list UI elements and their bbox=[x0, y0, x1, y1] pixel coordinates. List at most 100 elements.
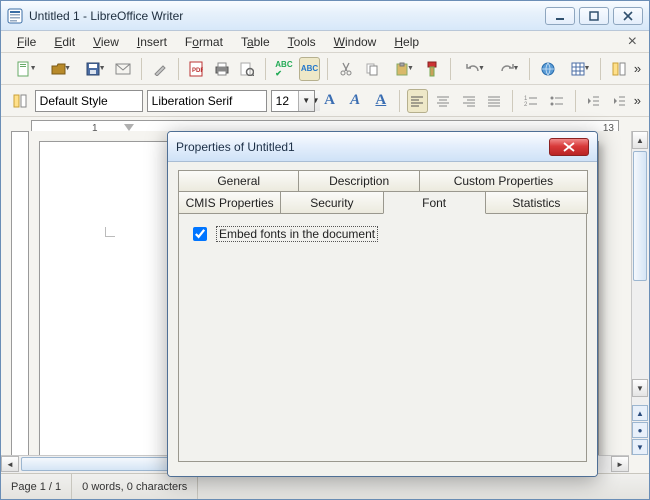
embed-fonts-label[interactable]: Embed fonts in the document bbox=[216, 226, 378, 242]
status-word-count[interactable]: 0 words, 0 characters bbox=[72, 474, 198, 499]
separator bbox=[399, 90, 400, 112]
dropdown-icon[interactable]: ▼ bbox=[298, 91, 314, 111]
redo-button[interactable]: ▼ bbox=[492, 57, 523, 81]
dialog-close-button[interactable] bbox=[549, 138, 589, 156]
prev-page-button[interactable]: ▲ bbox=[632, 405, 648, 421]
undo-button[interactable]: ▼ bbox=[457, 57, 488, 81]
scroll-right-button[interactable]: ► bbox=[611, 456, 629, 472]
align-right-button[interactable] bbox=[458, 89, 480, 113]
bullet-list-button[interactable] bbox=[546, 89, 568, 113]
tab-cmis-properties[interactable]: CMIS Properties bbox=[178, 192, 281, 214]
styles-button[interactable] bbox=[608, 57, 630, 81]
menu-view[interactable]: View bbox=[85, 33, 127, 51]
paragraph-style-combo[interactable]: ▼ bbox=[35, 90, 143, 112]
styles-window-button[interactable] bbox=[9, 89, 31, 113]
svg-text:2: 2 bbox=[524, 102, 528, 107]
app-window: Untitled 1 - LibreOffice Writer File Edi… bbox=[0, 0, 650, 500]
tab-custom-properties[interactable]: Custom Properties bbox=[419, 170, 588, 192]
scroll-down-button[interactable]: ▼ bbox=[632, 379, 648, 397]
window-buttons bbox=[545, 7, 643, 25]
vertical-scrollbar[interactable]: ▲ ▼ ▲ ● ▼ bbox=[631, 131, 649, 455]
vertical-ruler[interactable] bbox=[11, 131, 29, 473]
separator bbox=[141, 58, 142, 80]
tab-general[interactable]: General bbox=[178, 170, 299, 192]
next-page-button[interactable]: ▼ bbox=[632, 439, 648, 455]
new-doc-button[interactable]: ▼ bbox=[9, 57, 40, 81]
margin-corner-icon bbox=[105, 227, 115, 237]
dialog-titlebar[interactable]: Properties of Untitled1 bbox=[168, 132, 597, 162]
print-button[interactable] bbox=[211, 57, 233, 81]
numbered-list-button[interactable]: 12 bbox=[520, 89, 542, 113]
clone-formatting-button[interactable] bbox=[421, 57, 443, 81]
menu-bar: File Edit View Insert Format Table Tools… bbox=[1, 31, 649, 53]
align-justify-button[interactable] bbox=[484, 89, 506, 113]
font-size-combo[interactable]: ▼ bbox=[271, 90, 315, 112]
properties-dialog: Properties of Untitled1 General Descript… bbox=[167, 131, 598, 477]
decrease-indent-button[interactable] bbox=[582, 89, 604, 113]
dialog-title: Properties of Untitled1 bbox=[176, 140, 549, 154]
embed-fonts-checkbox[interactable] bbox=[193, 227, 207, 241]
separator bbox=[450, 58, 451, 80]
open-button[interactable]: ▼ bbox=[44, 57, 75, 81]
separator bbox=[178, 58, 179, 80]
navigation-buttons: ▲ ● ▼ bbox=[632, 404, 648, 455]
scroll-thumb[interactable] bbox=[633, 151, 647, 281]
window-titlebar[interactable]: Untitled 1 - LibreOffice Writer bbox=[1, 1, 649, 31]
separator bbox=[600, 58, 601, 80]
close-document-icon[interactable]: × bbox=[624, 33, 641, 51]
status-page[interactable]: Page 1 / 1 bbox=[1, 474, 72, 499]
menu-insert[interactable]: Insert bbox=[129, 33, 175, 51]
separator bbox=[575, 90, 576, 112]
insert-table-button[interactable]: ▼ bbox=[563, 57, 594, 81]
tab-security[interactable]: Security bbox=[280, 192, 383, 214]
align-center-button[interactable] bbox=[432, 89, 454, 113]
copy-button[interactable] bbox=[361, 57, 383, 81]
minimize-button[interactable] bbox=[545, 7, 575, 25]
email-button[interactable] bbox=[113, 57, 135, 81]
tab-font[interactable]: Font bbox=[383, 192, 486, 214]
font-size-input[interactable] bbox=[272, 91, 298, 111]
menu-file[interactable]: File bbox=[9, 33, 44, 51]
formatting-toolbar: ▼ ▼ ▼ A A A 12 » bbox=[1, 85, 649, 117]
tab-statistics[interactable]: Statistics bbox=[485, 192, 588, 214]
toolbar-overflow-icon[interactable]: » bbox=[634, 93, 641, 108]
align-left-button[interactable] bbox=[407, 89, 429, 113]
dialog-body: General Description Custom Properties CM… bbox=[168, 162, 597, 476]
auto-spellcheck-button[interactable]: ABC bbox=[299, 57, 321, 81]
menu-table[interactable]: Table bbox=[233, 33, 278, 51]
close-button[interactable] bbox=[613, 7, 643, 25]
indent-marker-icon[interactable] bbox=[124, 124, 134, 131]
toolbar-overflow-icon[interactable]: » bbox=[634, 61, 641, 76]
separator bbox=[327, 58, 328, 80]
scroll-up-button[interactable]: ▲ bbox=[632, 131, 648, 149]
scroll-left-button[interactable]: ◄ bbox=[1, 456, 19, 472]
app-icon bbox=[7, 8, 23, 24]
font-name-combo[interactable]: ▼ bbox=[147, 90, 267, 112]
menu-tools[interactable]: Tools bbox=[280, 33, 324, 51]
tab-content-font: Embed fonts in the document bbox=[178, 214, 587, 462]
underline-button[interactable]: A bbox=[370, 89, 392, 113]
save-button[interactable]: ▼ bbox=[78, 57, 109, 81]
dialog-tabs: General Description Custom Properties CM… bbox=[178, 170, 587, 462]
separator bbox=[529, 58, 530, 80]
menu-format[interactable]: Format bbox=[177, 33, 231, 51]
nav-target-button[interactable]: ● bbox=[632, 422, 648, 438]
print-preview-button[interactable] bbox=[237, 57, 259, 81]
maximize-button[interactable] bbox=[579, 7, 609, 25]
menu-help[interactable]: Help bbox=[386, 33, 427, 51]
increase-indent-button[interactable] bbox=[608, 89, 630, 113]
separator bbox=[265, 58, 266, 80]
hyperlink-button[interactable] bbox=[537, 57, 559, 81]
edit-doc-button[interactable] bbox=[149, 57, 171, 81]
menu-window[interactable]: Window bbox=[326, 33, 385, 51]
tab-description[interactable]: Description bbox=[298, 170, 419, 192]
paste-button[interactable]: ▼ bbox=[386, 57, 417, 81]
cut-button[interactable] bbox=[335, 57, 357, 81]
bold-button[interactable]: A bbox=[319, 89, 341, 113]
menu-edit[interactable]: Edit bbox=[46, 33, 83, 51]
italic-button[interactable]: A bbox=[344, 89, 366, 113]
window-title: Untitled 1 - LibreOffice Writer bbox=[29, 9, 545, 23]
export-pdf-button[interactable]: PDF bbox=[185, 57, 207, 81]
spellcheck-button[interactable]: ABC✔ bbox=[273, 57, 295, 81]
embed-fonts-row: Embed fonts in the document bbox=[189, 224, 576, 244]
